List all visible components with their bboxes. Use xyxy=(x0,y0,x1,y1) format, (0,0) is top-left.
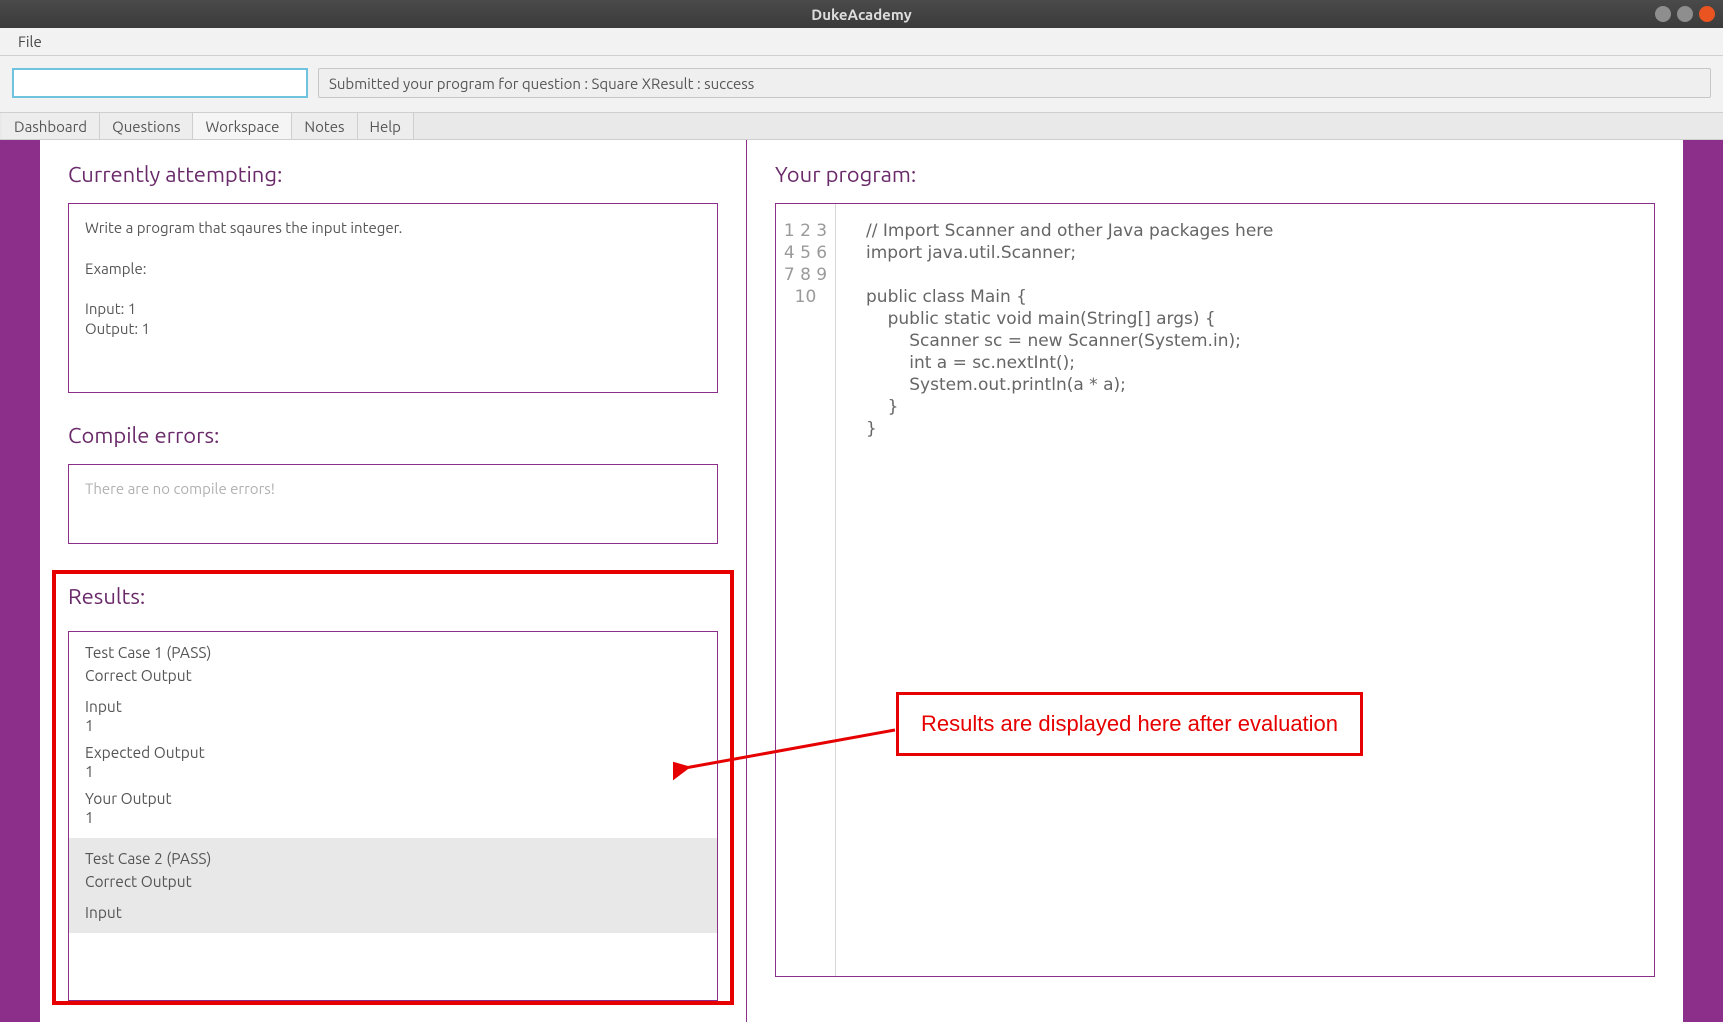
compile-errors-title: Compile errors: xyxy=(68,423,718,448)
annotation-callout: Results are displayed here after evaluat… xyxy=(896,692,1363,756)
minimize-icon[interactable] xyxy=(1655,6,1671,22)
menu-file[interactable]: File xyxy=(10,29,50,54)
code-editor[interactable]: 1 2 3 4 5 6 7 8 9 10 // Import Scanner a… xyxy=(775,203,1655,977)
right-pane: Your program: 1 2 3 4 5 6 7 8 9 10 // Im… xyxy=(746,140,1683,1022)
tab-questions[interactable]: Questions xyxy=(100,113,193,139)
results-box[interactable]: Test Case 1 (PASS) Correct Output Input … xyxy=(68,631,718,1001)
tc1-input-label: Input xyxy=(85,698,701,715)
testcase-2: Test Case 2 (PASS) Correct Output Input xyxy=(69,838,717,933)
tabstrip: Dashboard Questions Workspace Notes Help xyxy=(0,112,1723,140)
tab-help[interactable]: Help xyxy=(358,113,414,139)
problem-statement-box: Write a program that sqaures the input i… xyxy=(68,203,718,393)
window-title: DukeAcademy xyxy=(0,6,1723,23)
tc1-expected: 1 xyxy=(85,763,701,780)
tc2-header: Test Case 2 (PASS) xyxy=(85,850,701,867)
maximize-icon[interactable] xyxy=(1677,6,1693,22)
tc2-sub: Correct Output xyxy=(85,873,701,890)
tc1-expected-label: Expected Output xyxy=(85,744,701,761)
content-area: Currently attempting: Write a program th… xyxy=(0,140,1723,1022)
tc1-your-label: Your Output xyxy=(85,790,701,807)
status-message: Submitted your program for question : Sq… xyxy=(318,68,1711,98)
command-row: Submitted your program for question : Sq… xyxy=(0,56,1723,112)
command-input[interactable] xyxy=(12,68,308,98)
code-text[interactable]: // Import Scanner and other Java package… xyxy=(836,204,1273,976)
tab-workspace[interactable]: Workspace xyxy=(193,113,292,139)
close-icon[interactable] xyxy=(1699,6,1715,22)
attempting-title: Currently attempting: xyxy=(68,162,718,187)
compile-errors-box: There are no compile errors! xyxy=(68,464,718,544)
tab-dashboard[interactable]: Dashboard xyxy=(2,113,100,139)
tc1-header: Test Case 1 (PASS) xyxy=(85,644,701,661)
testcase-1: Test Case 1 (PASS) Correct Output Input … xyxy=(69,632,717,838)
left-pane: Currently attempting: Write a program th… xyxy=(40,140,746,1022)
results-title: Results: xyxy=(68,584,718,609)
results-highlight: Results: Test Case 1 (PASS) Correct Outp… xyxy=(52,570,734,1005)
tc1-input: 1 xyxy=(85,717,701,734)
menubar: File xyxy=(0,28,1723,56)
tc1-your: 1 xyxy=(85,809,701,826)
compile-errors-text: There are no compile errors! xyxy=(85,480,275,497)
line-gutter: 1 2 3 4 5 6 7 8 9 10 xyxy=(776,204,836,976)
program-title: Your program: xyxy=(775,162,1655,187)
window-controls xyxy=(1655,6,1715,22)
tc1-sub: Correct Output xyxy=(85,667,701,684)
tc2-input-label: Input xyxy=(85,904,701,921)
window-titlebar: DukeAcademy xyxy=(0,0,1723,28)
tab-notes[interactable]: Notes xyxy=(292,113,357,139)
